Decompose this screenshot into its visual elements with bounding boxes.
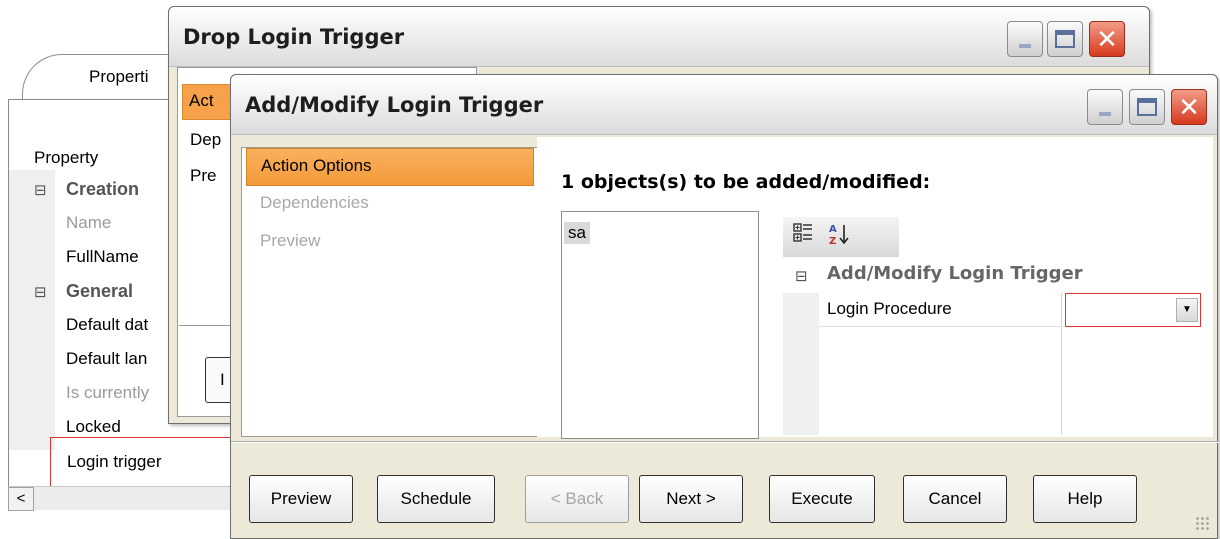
property-grid: ⊟ Add/Modify Login Trigger Login Procedu… — [783, 257, 1201, 435]
next-button[interactable]: Next > — [639, 475, 743, 523]
maximize-icon[interactable] — [1047, 21, 1083, 57]
collapse-icon[interactable]: ⊟ — [795, 267, 808, 285]
close-icon[interactable]: ✕ — [1171, 89, 1207, 125]
close-icon[interactable]: ✕ — [1089, 21, 1125, 57]
wizard-nav-panel: Action Options Dependencies Preview — [241, 147, 537, 437]
titlebar[interactable]: Add/Modify Login Trigger ✕ — [231, 75, 1217, 135]
objects-count-title: 1 objects(s) to be added/modified: — [561, 171, 931, 193]
cancel-button[interactable]: Cancel — [903, 475, 1007, 523]
grid-gutter — [783, 293, 819, 435]
horizontal-scrollbar[interactable]: < — [8, 486, 248, 511]
execute-button[interactable]: Execute — [769, 475, 875, 523]
property-row-login-trigger[interactable]: Login trigger — [50, 437, 250, 489]
add-modify-login-trigger-window: Add/Modify Login Trigger ✕ Action Option… — [230, 74, 1219, 539]
chevron-down-icon[interactable]: ▼ — [1176, 298, 1198, 322]
nav-item-action-options[interactable]: Action Options — [246, 148, 534, 186]
content-area: 1 objects(s) to be added/modified: sa A … — [537, 137, 1213, 439]
window-title: Add/Modify Login Trigger — [245, 93, 544, 117]
categorized-view-icon[interactable] — [787, 221, 819, 253]
drop-nav-item-dependencies[interactable]: Dep — [190, 130, 221, 150]
grid-category[interactable]: ⊟ Add/Modify Login Trigger — [783, 257, 1201, 293]
svg-text:A: A — [829, 224, 837, 235]
preview-button[interactable]: Preview — [249, 475, 353, 523]
properties-tab-label: Properti — [89, 67, 149, 86]
svg-text:Z: Z — [829, 236, 836, 247]
drop-nav-item-preview[interactable]: Pre — [190, 166, 216, 186]
resize-grip-icon[interactable] — [1195, 516, 1211, 532]
titlebar[interactable]: Drop Login Trigger ✕ — [169, 7, 1149, 67]
login-procedure-dropdown[interactable]: ▼ — [1065, 293, 1201, 327]
maximize-icon[interactable] — [1129, 89, 1165, 125]
object-list[interactable]: sa — [561, 211, 759, 439]
divider — [231, 441, 1219, 443]
grid-row-login-procedure[interactable]: Login Procedure ▼ — [819, 293, 1201, 327]
back-button[interactable]: < Back — [525, 475, 629, 523]
scroll-left-icon[interactable]: < — [8, 487, 34, 511]
minimize-icon[interactable] — [1007, 21, 1043, 57]
minimize-icon[interactable] — [1087, 89, 1123, 125]
sort-az-icon[interactable]: A Z — [823, 221, 855, 253]
property-grid-toolbar: A Z — [783, 217, 899, 257]
collapse-icon[interactable]: ⊟ — [34, 181, 47, 199]
window-title: Drop Login Trigger — [183, 25, 405, 49]
collapse-icon[interactable]: ⊟ — [34, 283, 47, 301]
nav-item-preview[interactable]: Preview — [246, 224, 534, 262]
list-item[interactable]: sa — [564, 222, 590, 244]
nav-item-dependencies[interactable]: Dependencies — [246, 186, 534, 224]
schedule-button[interactable]: Schedule — [377, 475, 495, 523]
help-button[interactable]: Help — [1033, 475, 1137, 523]
